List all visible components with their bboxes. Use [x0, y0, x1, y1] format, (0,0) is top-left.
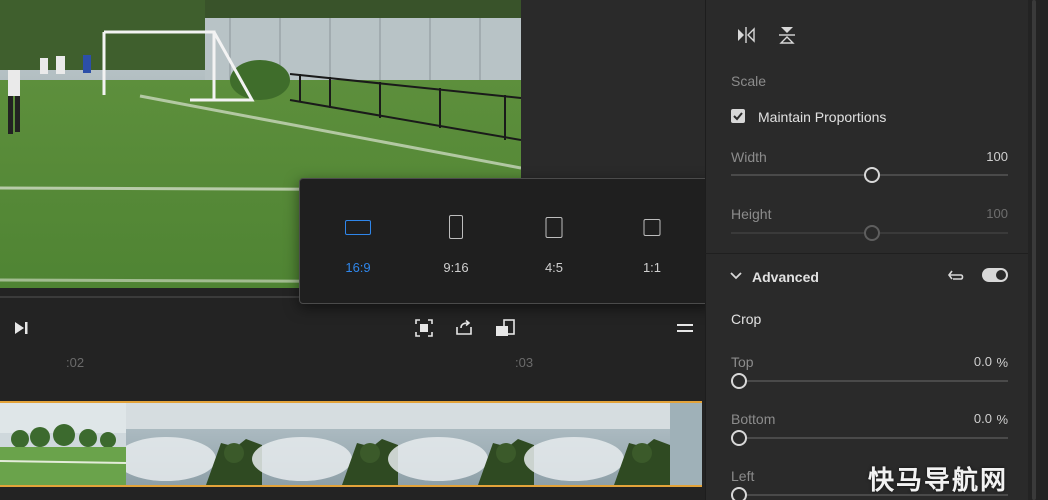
aspect-option-1-1[interactable]: 1:1: [604, 179, 700, 303]
height-value: 100: [986, 206, 1008, 221]
rotate-icon[interactable]: [453, 317, 475, 339]
crop-bottom-value[interactable]: 0.0: [944, 411, 992, 426]
crop-top-label: Top: [731, 354, 754, 370]
crop-bottom-label: Bottom: [731, 411, 776, 427]
aspect-option-label: 1:1: [642, 260, 662, 275]
maintain-proportions-label: Maintain Proportions: [758, 109, 887, 125]
slider-track: [731, 380, 1008, 382]
resize-icon[interactable]: [494, 317, 516, 339]
slider-knob: [864, 225, 881, 241]
aspect-option-9-16[interactable]: 9:16: [408, 179, 504, 303]
chevron-down-icon[interactable]: [728, 268, 744, 284]
checkmark-icon: [733, 112, 743, 121]
watermark-logo: 快马导航网: [868, 465, 1009, 495]
slider-knob[interactable]: [864, 167, 881, 183]
timeline-tick: :03: [515, 355, 534, 370]
slider-track: [731, 437, 1008, 439]
fit-frame-icon[interactable]: [413, 317, 435, 339]
slider-knob[interactable]: [731, 373, 747, 389]
aspect-4-5-icon: [545, 217, 563, 238]
maintain-proportions-checkbox[interactable]: [731, 109, 745, 123]
aspect-16-9-icon: [345, 220, 371, 235]
timeline-tick: :02: [66, 355, 85, 370]
clip-thumbnails-waterfall: [126, 403, 702, 485]
aspect-option-label: 9:16: [443, 260, 469, 275]
advanced-section-title[interactable]: Advanced: [752, 269, 819, 285]
step-forward-icon[interactable]: [11, 318, 31, 338]
aspect-option-16-9[interactable]: 16:9: [310, 179, 406, 303]
panel-scrollbar[interactable]: [1028, 0, 1048, 500]
crop-label: Crop: [731, 311, 762, 327]
section-divider: [705, 253, 1028, 254]
crop-bottom-slider[interactable]: [731, 430, 1008, 446]
clip-thumbnail: [0, 403, 126, 485]
crop-left-label: Left: [731, 468, 755, 484]
menu-icon[interactable]: [674, 318, 696, 338]
aspect-9-16-icon: [449, 215, 463, 239]
toggle-dot: [996, 270, 1006, 280]
crop-top-unit: %: [996, 355, 1008, 370]
slider-knob[interactable]: [731, 487, 747, 500]
slider-knob[interactable]: [731, 430, 747, 446]
advanced-toggle[interactable]: [982, 268, 1008, 282]
crop-bottom-unit: %: [996, 412, 1008, 427]
width-value[interactable]: 100: [958, 149, 1008, 164]
flip-horizontal-icon[interactable]: [735, 24, 757, 46]
scale-label: Scale: [731, 73, 767, 89]
reset-icon[interactable]: [946, 266, 966, 284]
width-label: Width: [731, 149, 767, 165]
scrollbar-thumb[interactable]: [1032, 0, 1036, 500]
aspect-option-label: 16:9: [345, 260, 371, 275]
height-slider: [731, 225, 1008, 241]
height-label: Height: [731, 206, 772, 222]
aspect-ratio-popover: 16:9 9:16 4:5 1:1: [299, 178, 712, 304]
width-slider[interactable]: [731, 167, 1008, 183]
flip-vertical-icon[interactable]: [776, 24, 798, 46]
aspect-1-1-icon: [643, 219, 661, 236]
timeline-ruler[interactable]: :02 :03: [0, 346, 705, 386]
crop-top-slider[interactable]: [731, 373, 1008, 389]
crop-top-value[interactable]: 0.0: [944, 354, 992, 369]
aspect-option-label: 4:5: [544, 260, 564, 275]
timeline-clip[interactable]: [0, 401, 702, 487]
aspect-option-4-5[interactable]: 4:5: [506, 179, 602, 303]
